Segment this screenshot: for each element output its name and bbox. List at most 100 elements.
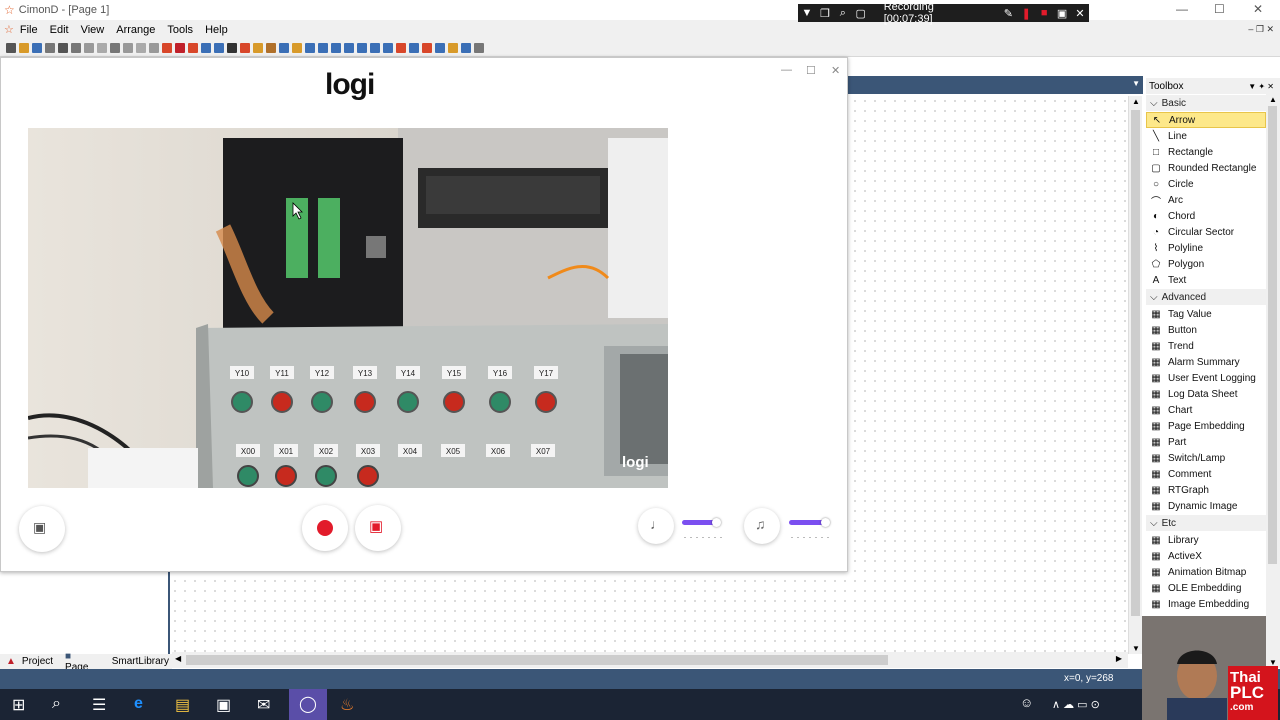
scroll-right-icon[interactable]: ▶ [1116,654,1122,663]
menu-edit[interactable]: Edit [44,24,75,36]
toolbox-item-polyline[interactable]: ⌇ Polyline [1146,240,1266,256]
toolbox-item-polygon[interactable]: ⬠ Polygon [1146,256,1266,272]
toolbar-button[interactable] [448,42,458,53]
toolbox-item-trend[interactable]: ▦ Trend [1146,338,1266,354]
start-icon[interactable]: ⊞ [12,695,25,715]
scroll-thumb[interactable] [186,655,888,665]
toolbar-button[interactable] [279,42,289,53]
toolbox-item-alarm-summary[interactable]: ▦ Alarm Summary [1146,354,1266,370]
toolbox-item-log-data-sheet[interactable]: ▦ Log Data Sheet [1146,386,1266,402]
scroll-thumb[interactable] [1268,106,1277,564]
toolbar-button[interactable] [292,42,302,53]
toolbox-item-button[interactable]: ▦ Button [1146,322,1266,338]
toolbar-button[interactable] [370,42,380,53]
region-icon[interactable]: ▢ [852,7,870,20]
toolbar-button[interactable] [214,42,224,53]
toolbar-button[interactable] [240,42,250,53]
toolbox-section-basic[interactable]: ⌵ Basic [1146,95,1266,111]
toolbar-button[interactable] [318,42,328,53]
toolbox-item-ole-embedding[interactable]: ▦ OLE Embedding [1146,580,1266,596]
canvas-vertical-scrollbar[interactable]: ▲ ▼ [1128,96,1142,654]
chevron-down-icon[interactable]: ▼ [798,7,816,19]
toolbox-item-part[interactable]: ▦ Part [1146,434,1266,450]
task-view-icon[interactable]: ☰ [92,695,106,715]
scroll-left-icon[interactable]: ◀ [175,654,181,663]
restore-icon[interactable]: ❐ [816,7,834,20]
toolbar-button[interactable] [136,42,146,53]
folder-icon[interactable]: ▤ [175,695,190,715]
scroll-down-icon[interactable]: ▼ [1132,644,1140,653]
toolbar-button[interactable] [71,42,81,53]
toolbox-item-rectangle[interactable]: □ Rectangle [1146,144,1266,160]
toolbar-button[interactable] [409,42,419,53]
toolbox-item-animation-bitmap[interactable]: ▦ Animation Bitmap [1146,564,1266,580]
maximize-button[interactable]: ☐ [1214,2,1225,16]
toolbox-item-library[interactable]: ▦ Library [1146,532,1266,548]
toolbar-button[interactable] [84,42,94,53]
menu-view[interactable]: View [75,24,111,36]
scroll-thumb[interactable] [1131,110,1140,616]
toolbox-item-text[interactable]: A Text [1146,272,1266,288]
speaker-button[interactable]: ♫ [744,508,780,544]
toolbox-item-switch-lamp[interactable]: ▦ Switch/Lamp [1146,450,1266,466]
toolbar-button[interactable] [58,42,68,53]
toolbar-button[interactable] [357,42,367,53]
scroll-up-icon[interactable]: ▲ [1269,95,1277,104]
toolbar-button[interactable] [474,42,484,53]
close-button[interactable]: ✕ [1253,2,1263,16]
people-icon[interactable]: ☺ [1020,695,1033,710]
toolbar-button[interactable] [149,42,159,53]
menu-tools[interactable]: Tools [161,24,199,36]
dropdown-icon[interactable]: ▼ [1132,79,1140,88]
logi-minimize-button[interactable]: — [781,64,792,76]
toolbox-item-page-embedding[interactable]: ▦ Page Embedding [1146,418,1266,434]
toolbar-button[interactable] [123,42,133,53]
toolbar-button[interactable] [175,42,185,53]
toolbar-button[interactable] [253,42,263,53]
toolbar-button[interactable] [110,42,120,53]
tab-project[interactable]: ▲ Project [0,656,59,667]
pause-icon[interactable]: ❚ [1017,7,1035,20]
microphone-volume-slider[interactable] [682,518,721,527]
toolbar-button[interactable] [45,42,55,53]
toolbox-item-arrow[interactable]: ↖ Arrow [1146,112,1266,128]
system-tray-icons[interactable]: ∧ ☁ ▭ ⊙ [1052,698,1100,711]
cimon-app-icon[interactable]: ♨ [340,695,354,715]
toolbox-scrollbar[interactable]: ▲ ▼ [1266,94,1280,668]
snapshot-button[interactable]: ▣ [355,505,401,551]
camera-icon[interactable]: ▣ [1053,7,1071,20]
toolbox-item-rounded-rectangle[interactable]: ▢ Rounded Rectangle [1146,160,1266,176]
toolbar-button[interactable] [97,42,107,53]
toolbar-button[interactable] [201,42,211,53]
logi-maximize-button[interactable]: ☐ [806,64,816,77]
record-button[interactable] [302,505,348,551]
toolbox-item-activex[interactable]: ▦ ActiveX [1146,548,1266,564]
search-icon[interactable]: ⌕ [52,695,61,713]
toolbar-button[interactable] [461,42,471,53]
store-icon[interactable]: ▣ [216,695,231,715]
toolbox-item-line[interactable]: ╲ Line [1146,128,1266,144]
cortana-icon[interactable]: ◯ [289,689,327,720]
zoom-icon[interactable]: ⌕ [834,7,852,20]
minimize-button[interactable]: — [1176,2,1188,16]
toolbox-item-circle[interactable]: ○ Circle [1146,176,1266,192]
toolbox-item-rtgraph[interactable]: ▦ RTGraph [1146,482,1266,498]
toolbar-button[interactable] [188,42,198,53]
toolbox-section-advanced[interactable]: ⌵ Advanced [1146,289,1266,305]
toolbox-item-chart[interactable]: ▦ Chart [1146,402,1266,418]
edge-icon[interactable]: e [134,695,143,713]
toolbox-item-comment[interactable]: ▦ Comment [1146,466,1266,482]
toolbar-button[interactable] [6,42,16,53]
toolbar-button[interactable] [266,42,276,53]
toolbox-item-circular-sector[interactable]: ◔ Circular Sector [1146,224,1266,240]
toolbox-item-dynamic-image[interactable]: ▦ Dynamic Image [1146,498,1266,514]
toolbar-button[interactable] [305,42,315,53]
toolbar-button[interactable] [227,42,237,53]
scroll-up-icon[interactable]: ▲ [1132,97,1140,106]
menu-arrange[interactable]: Arrange [110,24,161,36]
speaker-volume-slider[interactable] [789,518,830,527]
toolbar-button[interactable] [32,42,42,53]
layout-button[interactable]: ▣ [19,506,65,552]
menu-help[interactable]: Help [199,24,234,36]
toolbox-section-etc[interactable]: ⌵ Etc [1146,515,1266,531]
